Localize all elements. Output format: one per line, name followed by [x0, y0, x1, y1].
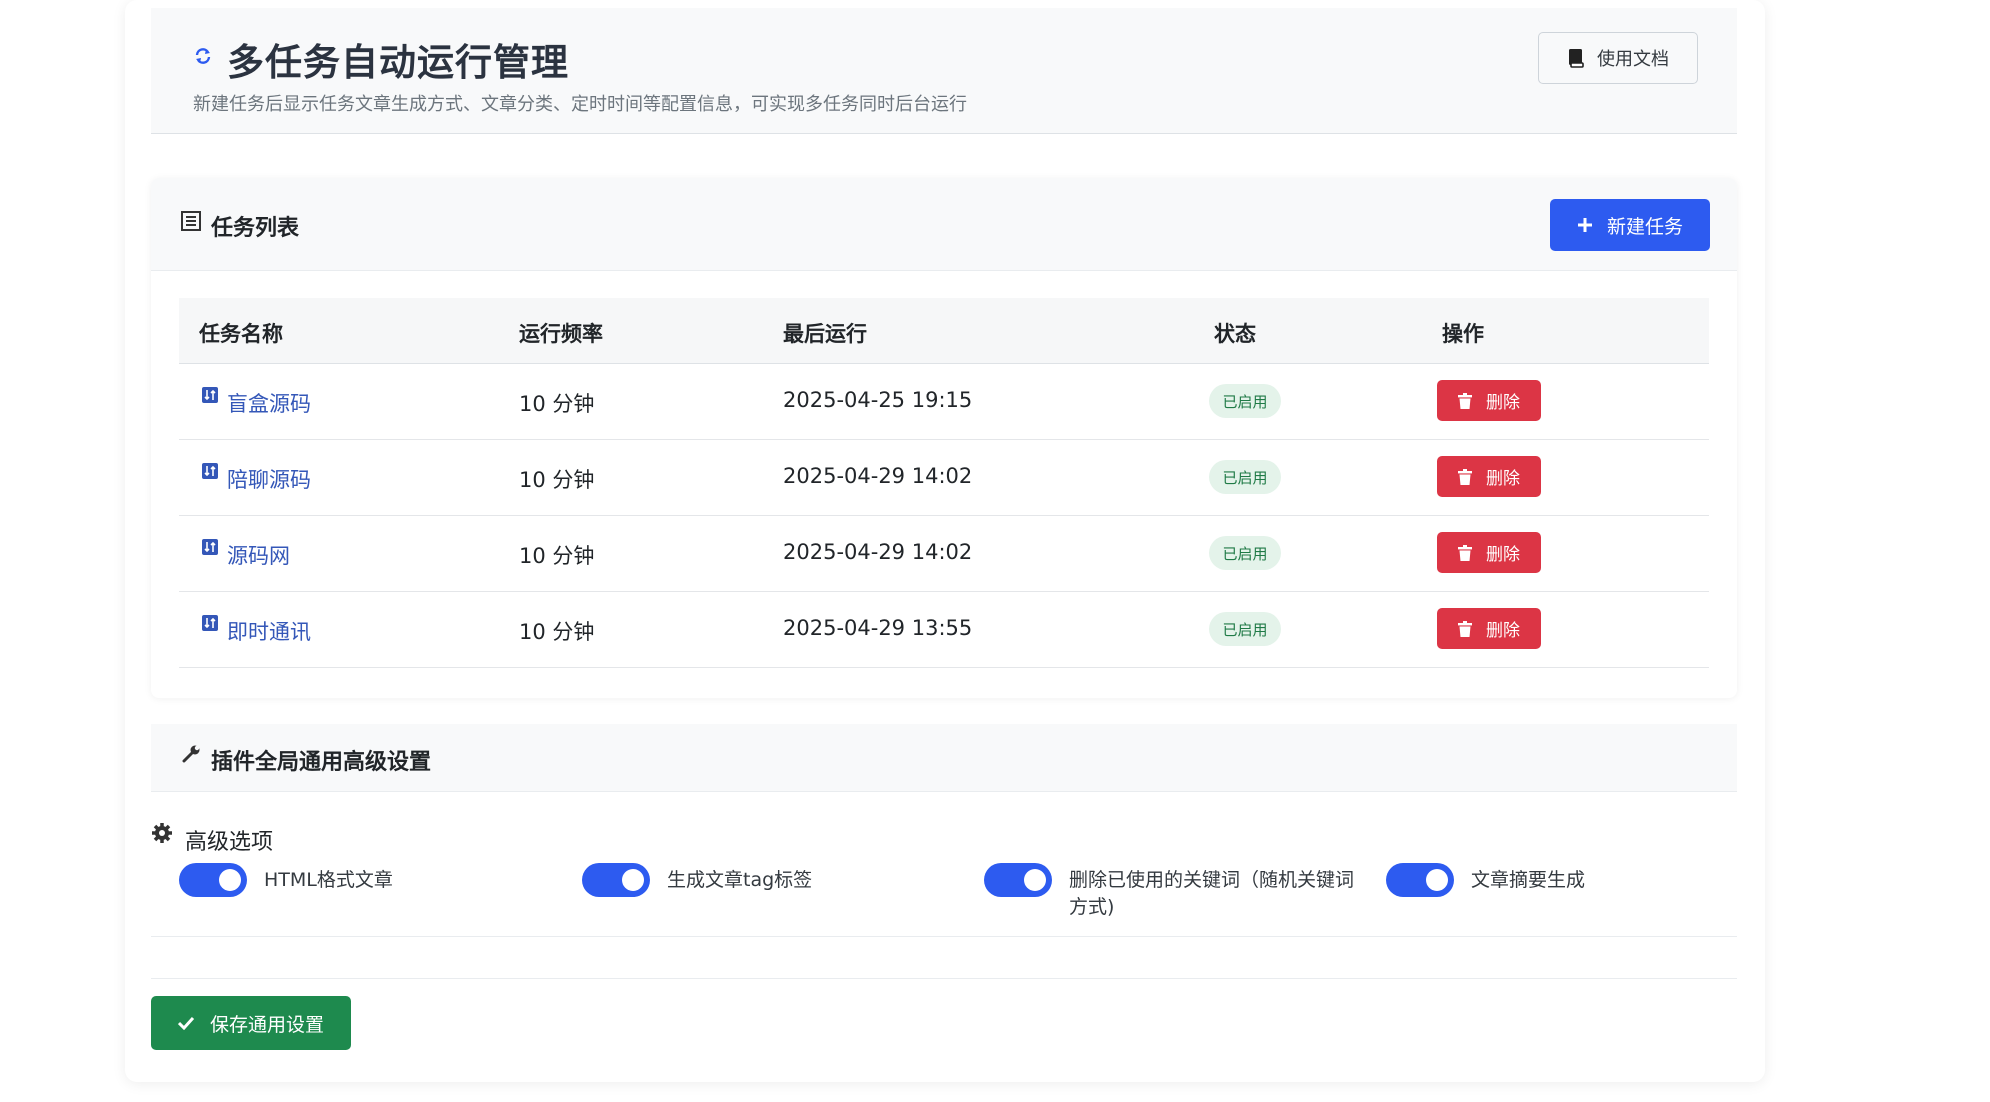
new-task-label: 新建任务 [1606, 215, 1683, 238]
docs-button-label: 使用文档 [1597, 49, 1669, 70]
delete-button[interactable]: 删除 [1437, 456, 1541, 497]
save-settings-label: 保存通用设置 [209, 1013, 324, 1036]
status-badge: 已启用 [1209, 536, 1281, 570]
sync-icon [195, 48, 211, 64]
table-header: 任务名称 运行频率 最后运行 状态 操作 [179, 298, 1709, 364]
table-row: 陪聊源码 10 分钟 2025-04-29 14:02 已启用 删除 [179, 440, 1709, 516]
delete-button[interactable]: 删除 [1437, 532, 1541, 573]
task-last-run: 2025-04-29 14:02 [783, 464, 973, 488]
list-icon [181, 211, 201, 231]
col-frequency: 运行频率 [519, 322, 603, 346]
save-settings-button[interactable]: 保存通用设置 [151, 996, 351, 1050]
col-status: 状态 [1214, 322, 1256, 346]
toggle-switch[interactable] [1386, 863, 1454, 897]
task-last-run: 2025-04-25 19:15 [783, 388, 973, 412]
task-last-run: 2025-04-29 14:02 [783, 540, 973, 564]
option-summary-generation: 文章摘要生成 [1386, 863, 1726, 923]
task-last-run: 2025-04-29 13:55 [783, 616, 973, 640]
col-actions: 操作 [1442, 322, 1484, 346]
task-icon [202, 387, 218, 403]
task-icon [202, 615, 218, 631]
delete-button[interactable]: 删除 [1437, 380, 1541, 421]
task-frequency: 10 分钟 [519, 544, 595, 568]
task-list-title: 任务列表 [211, 216, 300, 241]
check-icon [177, 1016, 194, 1030]
book-icon [1569, 49, 1584, 68]
task-frequency: 10 分钟 [519, 392, 595, 416]
toggle-switch[interactable] [984, 863, 1052, 897]
divider [151, 936, 1737, 937]
settings-title: 插件全局通用高级设置 [211, 750, 432, 775]
toggle-switch[interactable] [179, 863, 247, 897]
settings-header: 插件全局通用高级设置 [151, 724, 1737, 792]
task-name-link[interactable]: 即时通讯 [227, 616, 311, 646]
trash-icon [1458, 544, 1472, 561]
task-icon [202, 463, 218, 479]
trash-icon [1458, 468, 1472, 485]
page-title: 多任务自动运行管理 [227, 41, 569, 84]
page-subtitle: 新建任务后显示任务文章生成方式、文章分类、定时时间等配置信息，可实现多任务同时后… [193, 94, 967, 115]
status-badge: 已启用 [1209, 460, 1281, 494]
table-row: 即时通讯 10 分钟 2025-04-29 13:55 已启用 删除 [179, 592, 1709, 668]
task-name-link[interactable]: 陪聊源码 [227, 464, 311, 494]
delete-label: 删除 [1486, 545, 1520, 565]
plus-icon [1577, 218, 1592, 232]
task-icon [202, 539, 218, 555]
delete-button[interactable]: 删除 [1437, 608, 1541, 649]
task-frequency: 10 分钟 [519, 468, 595, 492]
page-header: 多任务自动运行管理 新建任务后显示任务文章生成方式、文章分类、定时时间等配置信息… [151, 8, 1737, 134]
table-row: 盲盒源码 10 分钟 2025-04-25 19:15 已启用 删除 [179, 364, 1709, 440]
gear-icon [152, 823, 172, 843]
toggle-switch[interactable] [582, 863, 650, 897]
table-row: 源码网 10 分钟 2025-04-29 14:02 已启用 删除 [179, 516, 1709, 592]
delete-label: 删除 [1486, 621, 1520, 641]
col-task-name: 任务名称 [199, 322, 283, 346]
option-label: HTML格式文章 [264, 869, 393, 891]
option-label: 删除已使用的关键词（随机关键词方式) [1069, 869, 1355, 918]
task-name-link[interactable]: 盲盒源码 [227, 388, 311, 418]
main-panel: 多任务自动运行管理 新建任务后显示任务文章生成方式、文章分类、定时时间等配置信息… [125, 0, 1765, 1082]
option-delete-used-keywords: 删除已使用的关键词（随机关键词方式) [984, 863, 1364, 923]
task-list-header: 任务列表 新建任务 [151, 178, 1737, 271]
task-name-link[interactable]: 源码网 [227, 540, 290, 570]
option-label: 文章摘要生成 [1471, 869, 1586, 891]
advanced-options-title: 高级选项 [185, 830, 274, 855]
task-list-card: 任务列表 新建任务 任务名称 运行频率 最后运行 状态 操作 盲盒源码 10 分… [151, 178, 1737, 698]
delete-label: 删除 [1486, 393, 1520, 413]
settings-card: 插件全局通用高级设置 高级选项 HTML格式文章 生成文章tag标签 删除已使用… [151, 724, 1737, 1054]
option-tag-generation: 生成文章tag标签 [582, 863, 962, 923]
trash-icon [1458, 620, 1472, 637]
wrench-icon [182, 745, 200, 763]
status-badge: 已启用 [1209, 612, 1281, 646]
task-frequency: 10 分钟 [519, 620, 595, 644]
col-last-run: 最后运行 [783, 322, 867, 346]
divider [151, 978, 1737, 979]
option-label: 生成文章tag标签 [667, 869, 813, 891]
option-html-format: HTML格式文章 [179, 863, 559, 923]
trash-icon [1458, 392, 1472, 409]
delete-label: 删除 [1486, 469, 1520, 489]
status-badge: 已启用 [1209, 384, 1281, 418]
new-task-button[interactable]: 新建任务 [1550, 199, 1710, 251]
docs-button[interactable]: 使用文档 [1538, 32, 1698, 84]
